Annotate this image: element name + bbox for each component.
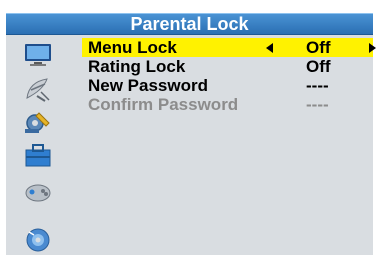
rating-lock-row[interactable]: Rating Lock Off [82, 57, 373, 76]
confirm-password-label: Confirm Password [88, 95, 239, 114]
rating-lock-label: Rating Lock [88, 57, 186, 76]
new-password-field[interactable]: ---- [306, 76, 329, 95]
toolbox-icon[interactable] [23, 142, 53, 168]
window-title: Parental Lock [130, 13, 249, 34]
new-password-row[interactable]: New Password ---- [82, 76, 373, 95]
media-disc-icon[interactable] [23, 226, 53, 252]
parental-lock-screen: Parental Lock Menu Lock Off Rating Lock … [0, 0, 378, 255]
menu-lock-value[interactable]: Off [306, 38, 331, 57]
arrow-left-icon[interactable] [266, 43, 273, 53]
new-password-label: New Password [88, 76, 208, 95]
title-bar: Parental Lock [6, 13, 373, 35]
rating-lock-value[interactable]: Off [306, 57, 331, 76]
menu-lock-row[interactable]: Menu Lock Off [82, 38, 376, 57]
gamepad-icon[interactable] [23, 179, 53, 205]
sidebar [6, 35, 72, 255]
tv-monitor-icon[interactable] [23, 42, 53, 68]
menu-lock-label: Menu Lock [88, 38, 177, 57]
satellite-dish-icon[interactable] [23, 76, 53, 102]
confirm-password-field: ---- [306, 95, 329, 114]
settings-panel: Menu Lock Off Rating Lock Off New Passwo… [72, 35, 376, 255]
confirm-password-row: Confirm Password ---- [82, 95, 373, 114]
arrow-right-icon[interactable] [369, 43, 376, 53]
wrench-gear-icon[interactable] [23, 109, 53, 135]
